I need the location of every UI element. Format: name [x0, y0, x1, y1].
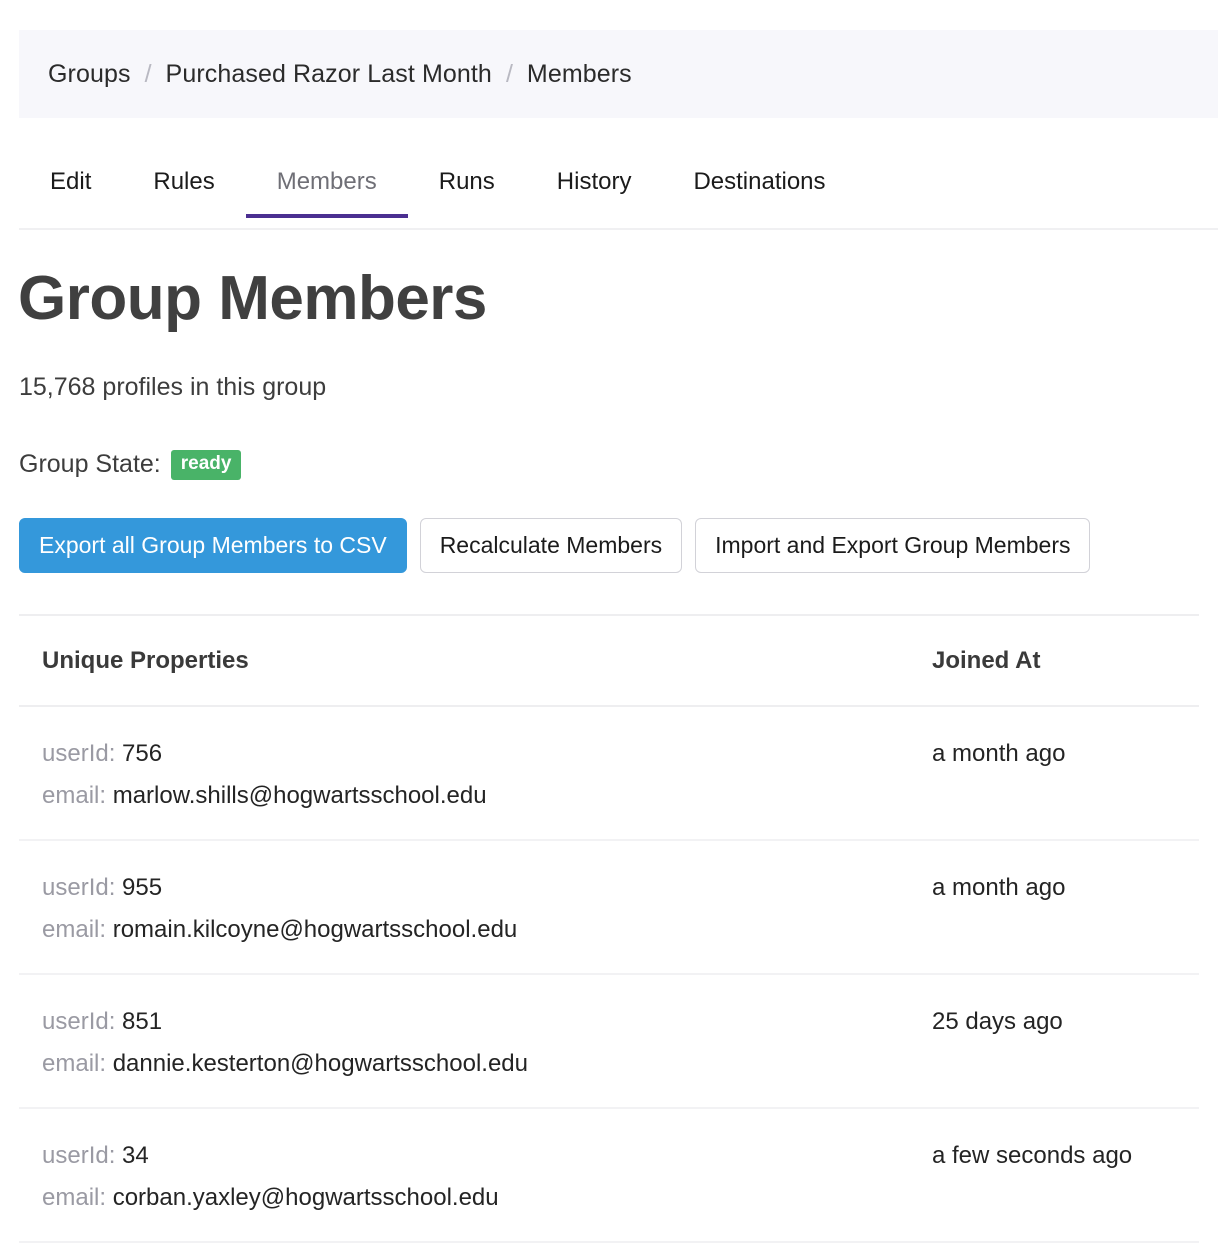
property-email-value: dannie.kesterton@hogwartsschool.edu: [112, 1050, 528, 1077]
row-joined-at-cell: a month ago: [909, 867, 1199, 909]
row-unique-properties-cell: userId: 955 email: romain.kilcoyne@hogwa…: [19, 867, 909, 951]
table-row[interactable]: userId: 955 email: romain.kilcoyne@hogwa…: [19, 841, 1199, 975]
property-userid-value: 34: [122, 1142, 149, 1169]
breadcrumb-separator: /: [505, 59, 513, 88]
property-userid-value: 756: [122, 740, 163, 767]
breadcrumb-item-group-name[interactable]: Purchased Razor Last Month: [166, 60, 492, 89]
joined-at-value: a few seconds ago: [932, 1142, 1133, 1169]
tab-members[interactable]: Members: [245, 155, 408, 218]
row-unique-properties-cell: userId: 851 email: dannie.kesterton@hogw…: [19, 1001, 909, 1085]
breadcrumb: Groups / Purchased Razor Last Month / Me…: [19, 30, 1218, 118]
group-state: Group State: ready: [19, 450, 242, 480]
breadcrumb-item-members[interactable]: Members: [527, 60, 632, 89]
profile-count-subtitle: 15,768 profiles in this group: [19, 373, 327, 401]
export-all-csv-button[interactable]: Export all Group Members to CSV: [19, 518, 407, 574]
group-state-label: Group State:: [19, 450, 161, 479]
tab-history[interactable]: History: [526, 155, 663, 218]
breadcrumb-separator: /: [144, 59, 152, 88]
tab-edit[interactable]: Edit: [19, 155, 122, 218]
members-table: Unique Properties Joined At userId: 756 …: [19, 616, 1199, 1243]
joined-at-value: a month ago: [932, 874, 1066, 901]
joined-at-header-label: Joined At: [932, 646, 1041, 674]
property-email-key: email:: [42, 782, 107, 809]
property-email: email: corban.yaxley@hogwartsschool.edu: [42, 1177, 909, 1219]
joined-at-value: a month ago: [932, 740, 1066, 767]
property-email-key: email:: [42, 1184, 107, 1211]
property-email-value: romain.kilcoyne@hogwartsschool.edu: [112, 916, 518, 943]
column-header-unique-properties: Unique Properties: [19, 647, 909, 675]
row-joined-at-cell: a month ago: [909, 733, 1199, 775]
property-email: email: marlow.shills@hogwartsschool.edu: [42, 775, 909, 817]
tab-bar: Edit Rules Members Runs History Destinat…: [19, 155, 1218, 230]
property-userid-value: 851: [122, 1008, 163, 1035]
table-row[interactable]: userId: 34 email: corban.yaxley@hogwarts…: [19, 1109, 1199, 1243]
property-email-key: email:: [42, 916, 107, 943]
table-row[interactable]: userId: 756 email: marlow.shills@hogwart…: [19, 707, 1199, 841]
property-userid-key: userId:: [42, 1142, 116, 1169]
row-unique-properties-cell: userId: 756 email: marlow.shills@hogwart…: [19, 733, 909, 817]
property-email-key: email:: [42, 1050, 107, 1077]
row-joined-at-cell: a few seconds ago: [909, 1135, 1199, 1177]
property-userid-key: userId:: [42, 1008, 116, 1035]
unique-properties-header-label: Unique Properties: [42, 646, 249, 674]
column-header-joined-at: Joined At: [909, 647, 1199, 675]
property-userid-key: userId:: [42, 740, 116, 767]
table-row[interactable]: userId: 851 email: dannie.kesterton@hogw…: [19, 975, 1199, 1109]
row-unique-properties-cell: userId: 34 email: corban.yaxley@hogwarts…: [19, 1135, 909, 1219]
property-email: email: romain.kilcoyne@hogwartsschool.ed…: [42, 909, 909, 951]
property-userid: userId: 955: [42, 867, 909, 909]
table-header-row: Unique Properties Joined At: [19, 616, 1199, 707]
page-title: Group Members: [18, 264, 487, 333]
recalculate-members-button[interactable]: Recalculate Members: [419, 518, 683, 574]
breadcrumb-item-groups[interactable]: Groups: [48, 60, 131, 89]
property-userid-value: 955: [122, 874, 163, 901]
property-userid: userId: 851: [42, 1001, 909, 1043]
property-userid: userId: 756: [42, 733, 909, 775]
property-email: email: dannie.kesterton@hogwartsschool.e…: [42, 1043, 909, 1085]
property-userid-key: userId:: [42, 874, 116, 901]
property-userid: userId: 34: [42, 1135, 909, 1177]
tab-runs[interactable]: Runs: [408, 155, 526, 218]
property-email-value: marlow.shills@hogwartsschool.edu: [112, 782, 487, 809]
import-export-members-button[interactable]: Import and Export Group Members: [695, 518, 1091, 574]
property-email-value: corban.yaxley@hogwartsschool.edu: [112, 1184, 499, 1211]
joined-at-value: 25 days ago: [932, 1008, 1063, 1035]
tab-destinations[interactable]: Destinations: [662, 155, 856, 218]
row-joined-at-cell: 25 days ago: [909, 1001, 1199, 1043]
tab-rules[interactable]: Rules: [122, 155, 245, 218]
action-button-row: Export all Group Members to CSV Recalcul…: [19, 518, 1091, 574]
status-badge: ready: [170, 450, 242, 480]
